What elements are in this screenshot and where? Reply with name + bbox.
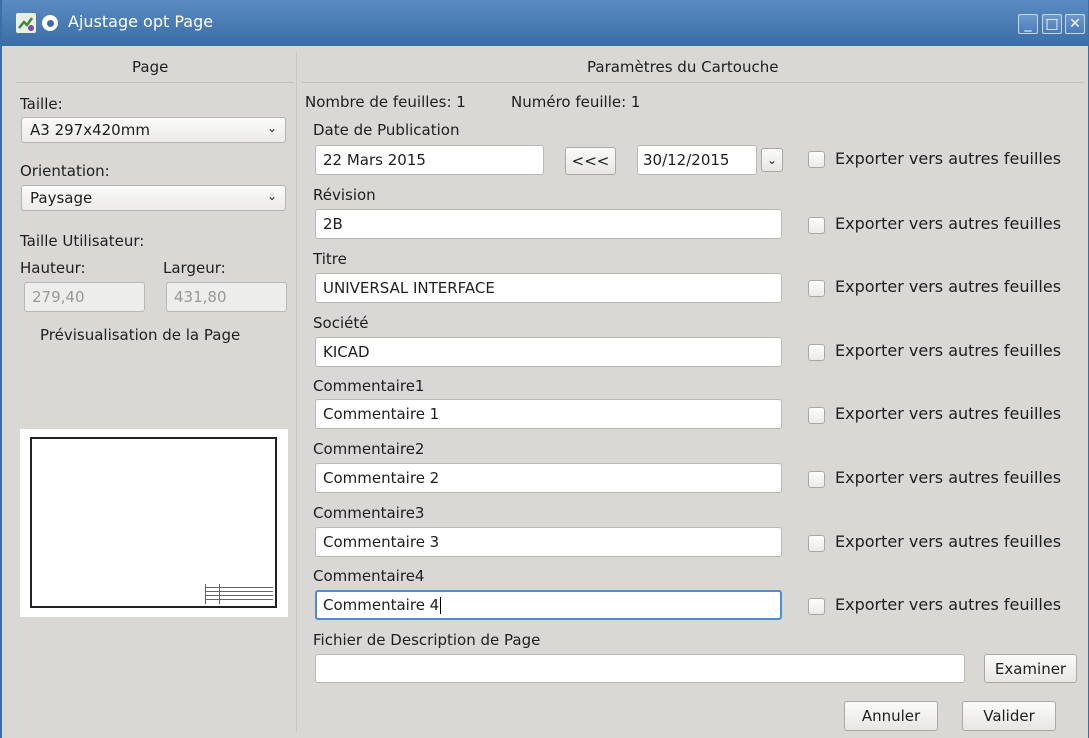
size-select-value: A3 297x420mm [30,121,150,139]
width-input[interactable]: 431,80 [166,282,287,312]
close-button[interactable]: ✕ [1065,14,1085,34]
chevron-down-icon: ⌄ [266,189,277,203]
comment3-input[interactable]: Commentaire 3 [315,527,782,557]
browse-button[interactable]: Examiner [984,654,1077,683]
page-panel-title: Page [132,58,169,76]
export-revision-checkbox[interactable] [808,217,825,234]
preview-label: Prévisualisation de la Page [40,326,241,344]
revision-input[interactable]: 2B [315,209,782,239]
revision-label: Révision [313,186,376,204]
export-comment3-checkbox[interactable] [808,535,825,552]
comment4-label: Commentaire4 [313,567,425,585]
window-title: Ajustage opt Page [68,12,214,31]
export-comment4-checkbox[interactable] [808,598,825,615]
page-desc-label: Fichier de Description de Page [313,631,541,649]
height-input[interactable]: 279,40 [24,282,145,312]
sheet-count: Nombre de feuilles: 1 [305,93,466,111]
page-preview [20,429,288,617]
size-select[interactable]: A3 297x420mm ⌄ [21,117,286,143]
dialog-window: Ajustage opt Page _ □ ✕ Page Taille: A3 … [0,0,1089,738]
kicad-app-icon [16,13,36,33]
export-company-checkbox[interactable] [808,344,825,361]
window-menu-icon[interactable] [42,15,58,31]
export-company-label: Exporter vers autres feuilles [835,341,1062,360]
export-comment3-label: Exporter vers autres feuilles [835,532,1062,551]
export-titre-label: Exporter vers autres feuilles [835,277,1062,296]
export-comment4-label: Exporter vers autres feuilles [835,595,1062,614]
export-date-checkbox[interactable] [808,151,825,168]
comment1-label: Commentaire1 [313,377,425,395]
date-input[interactable]: 22 Mars 2015 [315,145,544,175]
date-picker[interactable]: 30/12/2015 [637,145,757,175]
orientation-select-value: Paysage [30,189,93,207]
export-titre-checkbox[interactable] [808,280,825,297]
orientation-select[interactable]: Paysage ⌄ [21,185,286,211]
width-label: Largeur: [163,259,226,277]
page-desc-input[interactable] [315,654,965,683]
titleblock-title-divider [302,82,1084,83]
comment3-label: Commentaire3 [313,504,425,522]
titre-input[interactable]: UNIVERSAL INTERFACE [315,273,782,303]
titleblock-panel-title: Paramètres du Cartouche [587,58,779,76]
minimize-button[interactable]: _ [1018,14,1038,34]
sheet-number: Numéro feuille: 1 [511,93,641,111]
export-date-label: Exporter vers autres feuilles [835,149,1062,168]
date-label: Date de Publication [313,121,460,139]
export-revision-label: Exporter vers autres feuilles [835,214,1062,233]
cancel-button[interactable]: Annuler [844,701,938,731]
page-preview-frame [30,437,277,608]
export-comment2-checkbox[interactable] [808,471,825,488]
maximize-button[interactable]: □ [1042,14,1062,34]
chevron-down-icon: ⌄ [766,153,778,167]
date-picker-dropdown[interactable]: ⌄ [761,148,783,172]
comment1-input[interactable]: Commentaire 1 [315,399,782,429]
page-title-divider [16,82,294,83]
comment2-input[interactable]: Commentaire 2 [315,463,782,493]
panel-divider [296,52,297,732]
comment2-label: Commentaire2 [313,440,425,458]
text-cursor [440,597,442,614]
comment4-input[interactable]: Commentaire 4 [315,590,782,620]
orientation-label: Orientation: [20,162,110,180]
titre-label: Titre [313,250,347,268]
ok-button[interactable]: Valider [962,701,1056,731]
comment4-value: Commentaire 4 [323,596,440,614]
title-bar[interactable]: Ajustage opt Page _ □ ✕ [2,0,1088,46]
export-comment1-checkbox[interactable] [808,407,825,424]
title-block-preview [205,584,273,604]
export-comment1-label: Exporter vers autres feuilles [835,404,1062,423]
company-input[interactable]: KICAD [315,337,782,367]
chevron-down-icon: ⌄ [266,121,277,135]
user-size-label: Taille Utilisateur: [20,232,145,250]
height-label: Hauteur: [20,259,86,277]
export-comment2-label: Exporter vers autres feuilles [835,468,1062,487]
company-label: Société [313,314,369,332]
size-label: Taille: [20,95,63,113]
copy-date-button[interactable]: <<< [565,147,616,175]
